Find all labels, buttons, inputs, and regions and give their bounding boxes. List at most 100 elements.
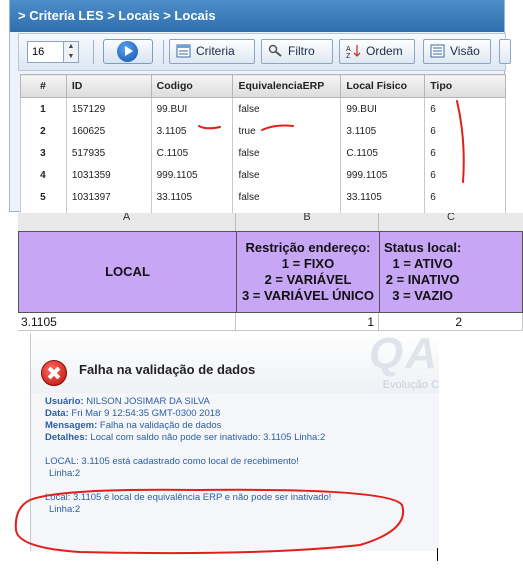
header-cell-local[interactable]: LOCAL	[18, 231, 237, 313]
cell-id: 157129	[65, 97, 152, 120]
filtro-label: Filtro	[288, 44, 315, 58]
cell-local-fisico: 999.1105	[340, 164, 426, 186]
page-size-value: 16	[32, 46, 45, 58]
sort-az-icon: AZ	[346, 45, 361, 58]
visao-label: Visão	[450, 44, 480, 58]
header-cell-status[interactable]: Status local: 1 = ATIVO 2 = INATIVO 3 = …	[379, 231, 523, 313]
criteria-icon	[176, 44, 191, 58]
watermark-subtitle: Evolução C	[382, 379, 439, 391]
col-header-id[interactable]: ID	[65, 74, 152, 98]
col-header-equivalencia[interactable]: EquivalenciaERP	[232, 74, 342, 98]
cell-tipo: 6	[424, 120, 506, 142]
locais-table: # ID Codigo EquivalenciaERP Local Fisico…	[20, 74, 506, 232]
mensagem-value: Falha na validação de dados	[99, 420, 222, 431]
cell-codigo: C.1105	[150, 142, 234, 164]
detalhes-label: Detalhes:	[45, 432, 88, 443]
cell-id: 517935	[65, 142, 152, 164]
error-message-2: Local: 3.1105 é local de equivalência ER…	[45, 492, 332, 503]
header-status-text: Status local: 1 = ATIVO 2 = INATIVO 3 = …	[384, 240, 462, 303]
cell-codigo: 33.1105	[150, 186, 234, 208]
cell-tipo: 6	[424, 186, 506, 208]
filter-icon	[268, 44, 282, 57]
cell-id: 1031397	[65, 186, 152, 208]
cell-num: 3	[20, 142, 67, 164]
detalhes-value: Local com saldo não pode ser inativado: …	[90, 432, 326, 443]
detalhes-line: Detalhes: Local com saldo não pode ser i…	[45, 432, 435, 444]
col-header-local-fisico[interactable]: Local Fisico	[340, 74, 426, 98]
cell-num: 5	[20, 186, 67, 208]
cell-local-fisico: C.1105	[340, 142, 426, 164]
cell-equivalencia: false	[232, 186, 342, 208]
data-value: Fri Mar 9 12:54:35 GMT-0300 2018	[71, 408, 221, 419]
view-icon	[430, 44, 445, 58]
cell-id: 1031359	[65, 164, 152, 186]
locais-grid-window: > Criteria LES > Locais > Locais 16 ▲ ▼ C…	[9, 0, 511, 232]
grid-toolbar: 16 ▲ ▼ Criteria Filtro AZ Ordem Visão	[18, 33, 511, 71]
usuario-line: Usuário: NILSON JOSIMAR DA SILVA	[45, 396, 435, 408]
cell-equivalencia: false	[232, 164, 342, 186]
ordem-button[interactable]: AZ Ordem	[339, 39, 415, 64]
cell-equivalencia: true	[232, 120, 342, 142]
header-restricao-text: Restrição endereço: 1 = FIXO 2 = VARIÁVE…	[241, 240, 375, 303]
breadcrumb: > Criteria LES > Locais > Locais	[10, 0, 504, 32]
error-icon	[41, 360, 67, 386]
column-letter-c[interactable]: C	[379, 213, 523, 231]
cell-equivalencia: false	[232, 142, 342, 164]
dialog-title: Falha na validação de dados	[79, 362, 256, 377]
cell-local[interactable]: 3.1105	[18, 313, 236, 331]
watermark-logo: QA	[369, 329, 439, 378]
play-icon	[117, 41, 138, 62]
cell-codigo: 999.1105	[150, 164, 234, 186]
execute-button[interactable]	[103, 39, 153, 64]
table-row[interactable]: 2 160625 3.1105 true 3.1105 6	[20, 120, 506, 142]
table-row[interactable]: 3 517935 C.1105 false C.1105 6	[20, 142, 506, 164]
column-letter-a[interactable]: A	[18, 213, 236, 231]
cell-id: 160625	[65, 120, 152, 142]
cell-tipo: 6	[424, 142, 506, 164]
table-row[interactable]: 5 1031397 33.1105 false 33.1105 6	[20, 186, 506, 208]
criteria-label: Criteria	[196, 44, 235, 58]
cell-tipo: 6	[424, 164, 506, 186]
cell-local-fisico: 99.BUI	[340, 97, 426, 120]
error-message-1: LOCAL: 3.1105 está cadastrado como local…	[45, 456, 299, 467]
cell-codigo: 99.BUI	[150, 97, 234, 120]
header-cell-restricao[interactable]: Restrição endereço: 1 = FIXO 2 = VARIÁVE…	[236, 231, 380, 313]
usuario-label: Usuário:	[45, 396, 84, 407]
data-line: Data: Fri Mar 9 12:54:35 GMT-0300 2018	[45, 408, 435, 420]
col-header-num[interactable]: #	[20, 74, 67, 98]
cell-codigo: 3.1105	[150, 120, 234, 142]
column-header-row: A B C	[18, 213, 523, 231]
data-label: Data:	[45, 408, 69, 419]
visao-button[interactable]: Visão	[423, 39, 491, 64]
cell-equivalencia: false	[232, 97, 342, 120]
header-local-text: LOCAL	[105, 264, 150, 279]
filtro-button[interactable]: Filtro	[261, 39, 333, 64]
usuario-value: NILSON JOSIMAR DA SILVA	[86, 396, 210, 407]
toolbar-separator	[163, 40, 164, 64]
error-message-1-line: Linha:2	[49, 468, 81, 479]
text-cursor	[437, 548, 438, 561]
cell-num: 1	[20, 97, 67, 120]
cell-local-fisico: 3.1105	[340, 120, 426, 142]
toolbar-separator	[93, 40, 94, 64]
svg-text:A: A	[346, 46, 351, 53]
svg-text:Z: Z	[346, 53, 351, 58]
cell-tipo: 6	[424, 97, 506, 120]
column-letter-b[interactable]: B	[236, 213, 379, 231]
dialog-body: Usuário: NILSON JOSIMAR DA SILVA Data: F…	[45, 396, 435, 516]
page-size-stepper[interactable]: 16 ▲ ▼	[27, 41, 79, 63]
cell-num: 2	[20, 120, 67, 142]
col-header-tipo[interactable]: Tipo	[424, 74, 506, 98]
table-row[interactable]: 4 1031359 999.1105 false 999.1105 6	[20, 164, 506, 186]
col-header-codigo[interactable]: Codigo	[150, 74, 234, 98]
cell-restricao[interactable]: 1	[236, 313, 379, 331]
spreadsheet-excerpt: A B C LOCAL Restrição endereço: 1 = FIXO…	[18, 213, 523, 331]
table-row[interactable]: 1 157129 99.BUI false 99.BUI 6	[20, 97, 506, 120]
error-message-2-line: Linha:2	[49, 504, 81, 515]
more-button[interactable]	[499, 39, 511, 64]
validation-error-dialog: QA Evolução C Falha na validação de dado…	[30, 329, 439, 551]
dialog-header: QA Evolução C Falha na validação de dado…	[31, 329, 439, 393]
stepper-arrows-icon[interactable]: ▲ ▼	[63, 42, 78, 62]
table-header-row: # ID Codigo EquivalenciaERP Local Fisico…	[20, 74, 506, 98]
criteria-button[interactable]: Criteria	[169, 39, 255, 64]
